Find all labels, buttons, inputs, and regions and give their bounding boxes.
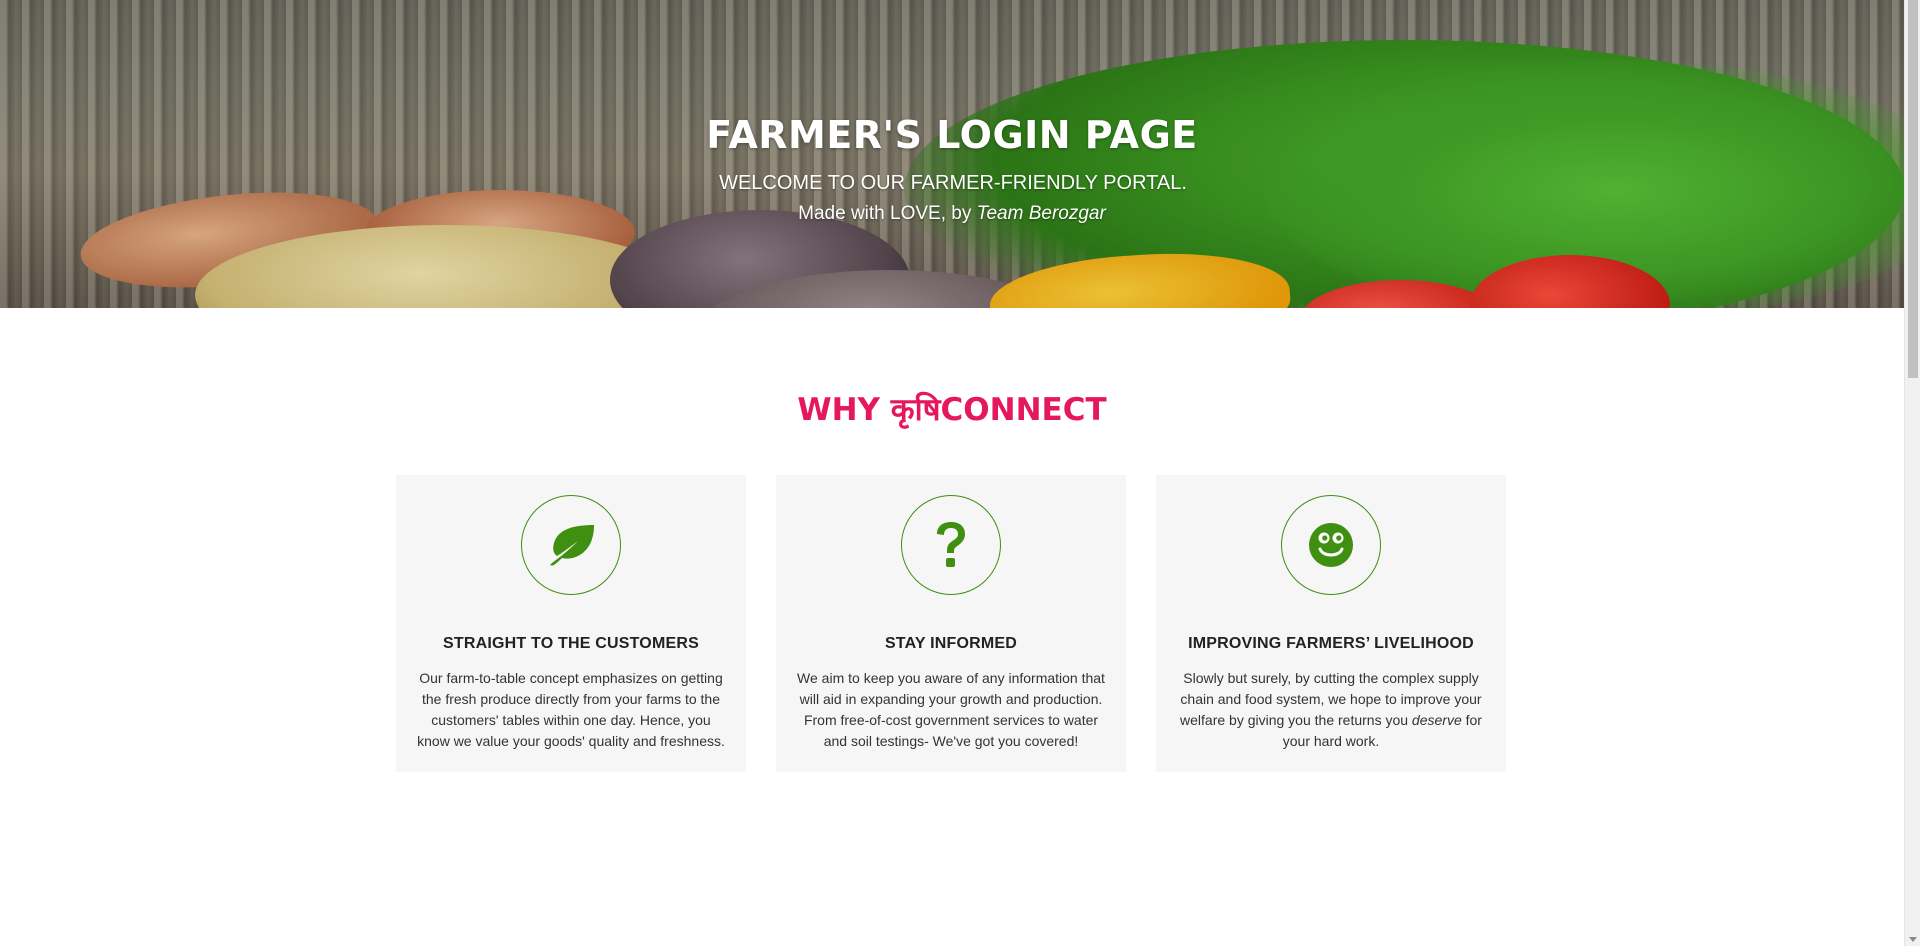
icon-circle: [1281, 495, 1381, 595]
feature-card-livelihood: IMPROVING FARMERS’ LIVELIHOOD Slowly but…: [1156, 475, 1506, 772]
emphasis-deserve: deserve: [1411, 712, 1462, 728]
section-title: WHY कृषिCONNECT: [797, 392, 1107, 428]
leaf-icon: [550, 525, 594, 566]
scrollbar-thumb[interactable]: [1908, 0, 1918, 378]
icon-circle: [901, 495, 1001, 595]
page-scrollbar[interactable]: [1904, 0, 1920, 946]
card-text: We aim to keep you aware of any informat…: [797, 670, 1105, 749]
credit-team: Team Berozgar: [976, 203, 1106, 224]
feature-card-customers: STRAIGHT TO THE CUSTOMERS Our farm-to-ta…: [396, 475, 746, 772]
card-title: STRAIGHT TO THE CUSTOMERS: [443, 635, 699, 652]
card-title: IMPROVING FARMERS’ LIVELIHOOD: [1188, 635, 1474, 652]
card-text: Slowly but surely, by cutting the comple…: [1180, 670, 1482, 749]
question-icon: [937, 522, 965, 567]
smiley-icon: [1309, 523, 1353, 567]
card-title: STAY INFORMED: [884, 635, 1018, 652]
page-title: FARMER'S LOGIN PAGE: [706, 113, 1198, 157]
icon-circle: [521, 495, 621, 595]
credit-prefix: Made with LOVE, by: [798, 203, 977, 224]
feature-card-informed: STAY INFORMED We aim to keep you aware o…: [776, 475, 1126, 772]
card-text: Our farm-to-table concept emphasizes on …: [417, 670, 725, 749]
hero-content: FARMER'S LOGIN PAGE WELCOME TO OUR FARME…: [0, 0, 1904, 308]
welcome-subtitle: WELCOME TO OUR FARMER-FRIENDLY PORTAL.: [719, 172, 1187, 194]
credit-line: Made with LOVE, by Team Berozgar: [0, 203, 1904, 225]
scroll-down-arrow-icon[interactable]: [1909, 937, 1917, 942]
